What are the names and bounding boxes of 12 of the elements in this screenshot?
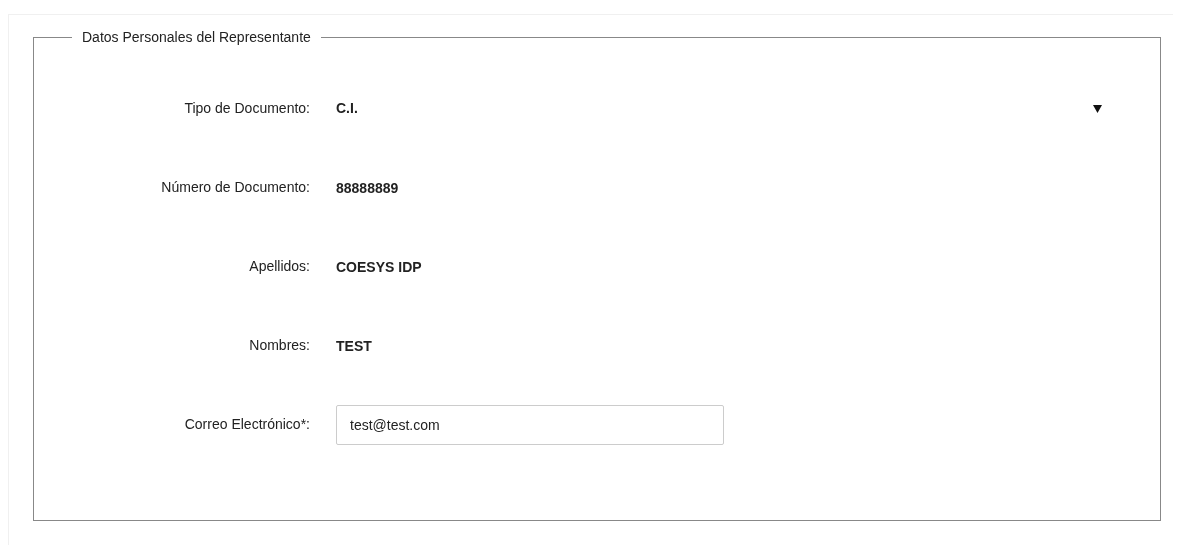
document-type-select[interactable]: C.I.	[336, 88, 1106, 129]
field-value: TEST	[336, 337, 372, 354]
dropdown-caret-icon	[1093, 104, 1102, 113]
field-value: 88888889	[336, 179, 399, 196]
field-label: Correo Electrónico*:	[183, 415, 310, 434]
field-label: Número de Documento:	[160, 178, 310, 197]
field-label: Tipo de Documento:	[183, 99, 310, 118]
field-value: COESYS IDP	[336, 258, 422, 275]
section-title: Datos Personales del Representante	[81, 28, 312, 47]
email-input-field[interactable]: test@test.com	[336, 404, 724, 445]
field-label: Nombres:	[248, 336, 310, 355]
field-label: Apellidos:	[248, 257, 310, 276]
